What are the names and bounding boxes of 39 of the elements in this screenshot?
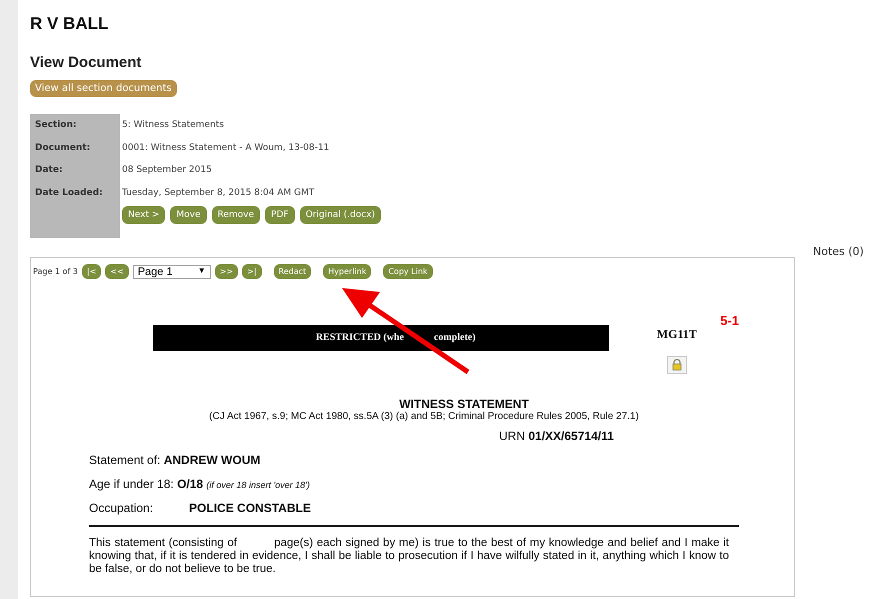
statement-heading: WITNESS STATEMENT bbox=[398, 397, 530, 411]
page-info: Page 1 of 3 bbox=[33, 267, 78, 276]
case-title: R V BALL bbox=[30, 14, 110, 34]
detail-label: Document: bbox=[35, 142, 92, 154]
detail-label: Date Loaded: bbox=[35, 186, 104, 200]
urn: URN 01/XX/65714/11 bbox=[499, 429, 614, 443]
detail-label: Date: bbox=[35, 164, 64, 177]
lock-icon[interactable] bbox=[666, 356, 687, 374]
statement-of: Statement of: ANDREW WOUM bbox=[89, 453, 260, 467]
page-nav-button[interactable]: |< bbox=[82, 264, 102, 279]
declaration-text: This statement (consisting of page(s) each signed by me) is true to the best of my knowledge and belief and I make it knowing that, if it is tendered in evidence, I shall be liable to prosecution if I have wilfully stated in it, anything which I know to be false, or do not believe to be true. bbox=[89, 537, 729, 576]
notes-link[interactable]: Notes (0) bbox=[813, 245, 864, 597]
tool-button[interactable]: Redact bbox=[274, 264, 312, 279]
action-button[interactable]: PDF bbox=[265, 206, 295, 224]
action-button[interactable]: Remove bbox=[212, 206, 260, 224]
page-nav-button[interactable]: << bbox=[105, 264, 129, 279]
page-title: View Document bbox=[30, 54, 142, 71]
banner-text: RESTRICTED (whe bbox=[316, 331, 404, 345]
detail-label: Section: bbox=[35, 119, 78, 132]
tool-button[interactable]: Copy Link bbox=[383, 264, 433, 279]
occupation-value: POLICE CONSTABLE bbox=[189, 501, 311, 515]
view-section-documents-button[interactable]: View all section documents bbox=[30, 80, 177, 97]
form-code: MG11T bbox=[656, 327, 697, 342]
page-select[interactable]: Page 1 ▼ bbox=[132, 264, 211, 278]
tool-button[interactable]: Hyperlink bbox=[323, 264, 372, 279]
detail-value: 0001: Witness Statement - A Woum, 13-08-11 bbox=[122, 142, 330, 154]
page-nav-button[interactable]: >| bbox=[242, 264, 262, 279]
detail-value: 5: Witness Statements bbox=[122, 119, 225, 132]
detail-value: 08 September 2015 bbox=[122, 164, 213, 177]
legal-basis: (CJ Act 1967, s.9; MC Act 1980, ss.5A (3) (a) and 5B; Criminal Procedure Rules 2005, Rule 27.1) bbox=[208, 411, 640, 422]
banner-text: complete) bbox=[434, 331, 476, 345]
occupation-label: Occupation: bbox=[89, 501, 154, 515]
page-nav-button[interactable]: >> bbox=[214, 264, 238, 279]
action-button[interactable]: Next > bbox=[122, 206, 166, 224]
action-button[interactable]: Move bbox=[170, 206, 207, 224]
detail-value: Tuesday, September 8, 2015 8:04 AM GMT bbox=[122, 186, 316, 200]
action-button[interactable]: Original (.docx) bbox=[300, 206, 382, 224]
page-reference: 5-1 bbox=[720, 313, 739, 328]
age-field: Age if under 18: O/18 (if over 18 insert 'over 18') bbox=[89, 477, 310, 491]
